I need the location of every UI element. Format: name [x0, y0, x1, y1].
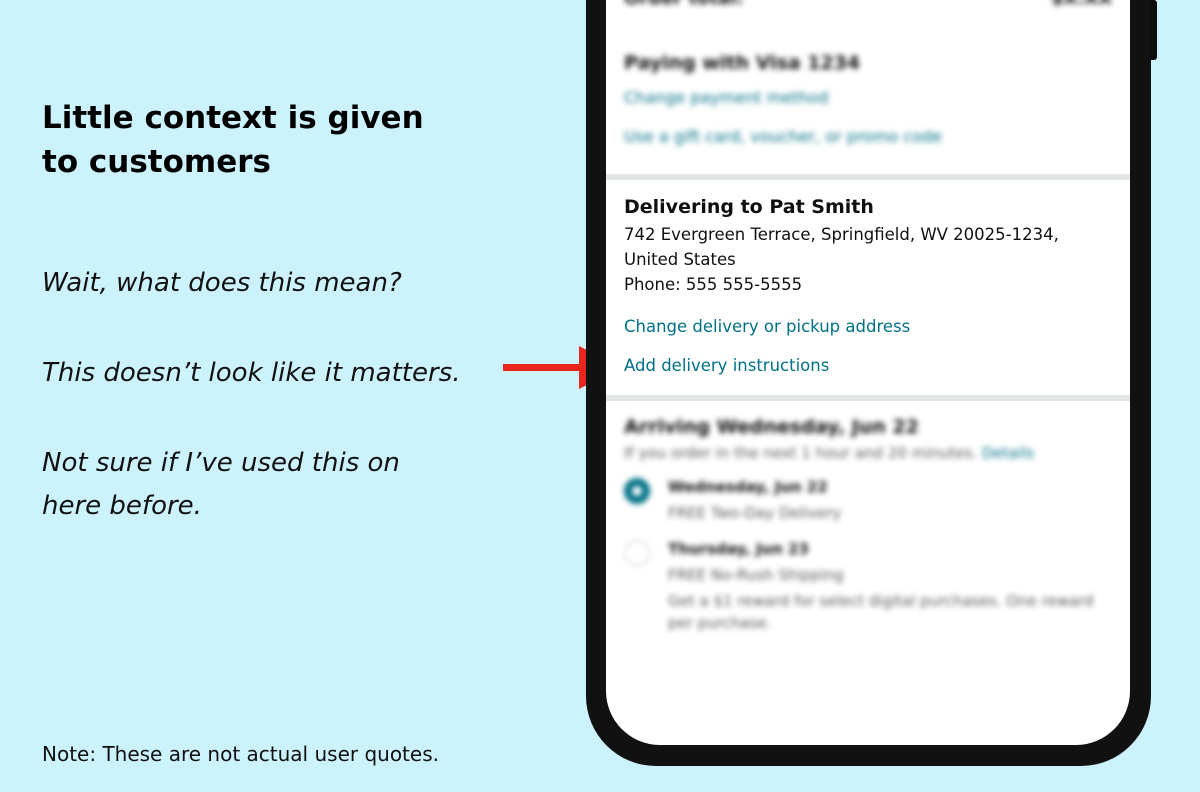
arrival-subtitle-text: If you order in the next 1 hour and 20 m…: [624, 444, 978, 462]
order-total-value: $X.XX: [1051, 0, 1112, 9]
section-divider: [606, 395, 1130, 401]
radio-selected-icon[interactable]: [624, 478, 650, 504]
option-desc: FREE Two-Day Delivery: [668, 504, 842, 522]
address-line-2: United States: [624, 250, 736, 269]
delivery-title: Delivering to Pat Smith: [624, 196, 874, 218]
quote-3: Not sure if I’ve used this on here befor…: [42, 448, 400, 521]
delivery-option[interactable]: Wednesday, Jun 22 FREE Two-Day Delivery: [624, 478, 1104, 524]
arrival-title: Arriving Wednesday, Jun 22: [624, 416, 919, 438]
change-payment-link[interactable]: Change payment method: [624, 88, 942, 107]
payment-title: Paying with Visa 1234: [624, 52, 861, 74]
delivery-section: Delivering to Pat Smith 742 Evergreen Te…: [624, 196, 1094, 375]
order-total-label: Order total:: [624, 0, 744, 9]
details-link[interactable]: Details: [982, 444, 1034, 462]
order-total-row: Order total: $X.XX: [624, 0, 1112, 9]
quote-1: Wait, what does this mean?: [42, 268, 402, 298]
add-delivery-instructions-link[interactable]: Add delivery instructions: [624, 356, 1094, 375]
footnote: Note: These are not actual user quotes.: [42, 742, 439, 766]
slide-headline: Little context is given to customers: [42, 100, 424, 180]
arrival-subtitle: If you order in the next 1 hour and 20 m…: [624, 444, 1104, 462]
section-divider: [606, 174, 1130, 180]
quote-2: This doesn’t look like it matters.: [42, 358, 461, 388]
phone-screen: Order total: $X.XX Paying with Visa 1234…: [606, 0, 1130, 745]
option-date: Thursday, Jun 23: [668, 540, 809, 558]
payment-section: Paying with Visa 1234 Change payment met…: [624, 52, 942, 166]
gift-card-link[interactable]: Use a gift card, voucher, or promo code: [624, 127, 942, 146]
phone-mockup: Order total: $X.XX Paying with Visa 1234…: [586, 0, 1157, 766]
option-desc: FREE No-Rush Shipping: [668, 566, 844, 584]
radio-unselected-icon[interactable]: [624, 540, 650, 566]
phone-number: Phone: 555 555-5555: [624, 275, 803, 294]
delivery-option[interactable]: Thursday, Jun 23 FREE No-Rush Shipping G…: [624, 540, 1104, 634]
address-line-1: 742 Evergreen Terrace, Springfield, WV 2…: [624, 225, 1059, 244]
change-address-link[interactable]: Change delivery or pickup address: [624, 317, 1094, 336]
phone-side-button: [1149, 0, 1157, 60]
arrival-section: Arriving Wednesday, Jun 22 If you order …: [624, 416, 1104, 634]
option-date: Wednesday, Jun 22: [668, 478, 828, 496]
option-extra: Get a $1 reward for select digital purch…: [668, 592, 1094, 632]
